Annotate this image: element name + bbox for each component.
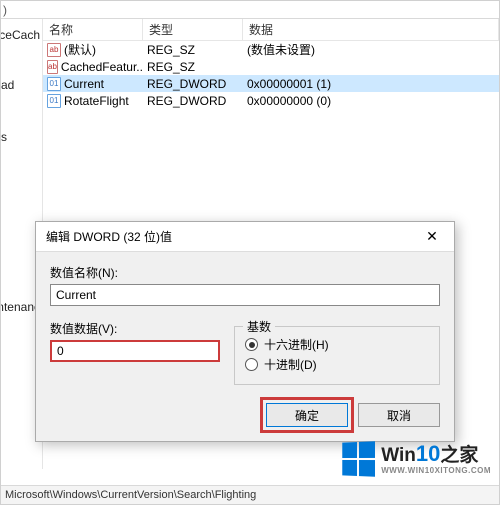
tree-item[interactable]: s bbox=[1, 127, 42, 147]
cell-data: (数值未设置) bbox=[243, 41, 499, 58]
reg-binary-icon: 01 bbox=[47, 94, 61, 108]
cell-name: CachedFeatur... bbox=[61, 60, 143, 74]
cell-data: 0x00000001 (1) bbox=[243, 77, 499, 91]
menu-remnant: ) bbox=[1, 1, 499, 19]
list-row[interactable]: ab CachedFeatur... REG_SZ bbox=[43, 58, 499, 75]
cell-type: REG_DWORD bbox=[143, 94, 243, 108]
cell-type: REG_DWORD bbox=[143, 77, 243, 91]
radio-icon bbox=[245, 358, 258, 371]
radix-dec-option[interactable]: 十进制(D) bbox=[245, 356, 429, 373]
value-data-label: 数值数据(V): bbox=[50, 320, 220, 337]
cell-name: Current bbox=[64, 77, 104, 91]
reg-string-icon: ab bbox=[47, 60, 58, 74]
cancel-button[interactable]: 取消 bbox=[358, 403, 440, 427]
value-name-input[interactable] bbox=[50, 284, 440, 306]
value-data-input[interactable] bbox=[50, 340, 220, 362]
cell-name: RotateFlight bbox=[64, 94, 129, 108]
cell-name: (默认) bbox=[64, 41, 96, 58]
dialog-titlebar[interactable]: 编辑 DWORD (32 位)值 ✕ bbox=[36, 222, 454, 252]
cell-type: REG_SZ bbox=[143, 43, 243, 57]
radix-group: 基数 十六进制(H) 十进制(D) bbox=[234, 326, 440, 385]
watermark: Win10之家 WWW.WIN10XITONG.COM bbox=[341, 442, 491, 476]
radio-label: 十六进制(H) bbox=[264, 336, 329, 353]
tree-item[interactable]: aceCach bbox=[1, 25, 42, 45]
windows-logo-icon bbox=[342, 441, 375, 476]
list-header: 名称 类型 数据 bbox=[43, 19, 499, 41]
reg-string-icon: ab bbox=[47, 43, 61, 57]
radix-hex-option[interactable]: 十六进制(H) bbox=[245, 336, 429, 353]
tree-item[interactable]: ad bbox=[1, 75, 42, 95]
watermark-brand: Win10之家 bbox=[381, 443, 491, 465]
dialog-title: 编辑 DWORD (32 位)值 bbox=[46, 228, 172, 245]
reg-binary-icon: 01 bbox=[47, 77, 61, 91]
radio-icon bbox=[245, 338, 258, 351]
list-row[interactable]: ab (默认) REG_SZ (数值未设置) bbox=[43, 41, 499, 58]
watermark-url: WWW.WIN10XITONG.COM bbox=[381, 467, 491, 475]
column-type[interactable]: 类型 bbox=[143, 19, 243, 40]
radio-label: 十进制(D) bbox=[264, 356, 317, 373]
status-path: Microsoft\Windows\CurrentVersion\Search\… bbox=[5, 489, 256, 501]
column-data[interactable]: 数据 bbox=[243, 19, 499, 40]
edit-dword-dialog: 编辑 DWORD (32 位)值 ✕ 数值名称(N): 数值数据(V): 基数 … bbox=[35, 221, 455, 442]
cell-type: REG_SZ bbox=[143, 60, 243, 74]
cell-data: 0x00000000 (0) bbox=[243, 94, 499, 108]
column-name[interactable]: 名称 bbox=[43, 19, 143, 40]
radix-legend: 基数 bbox=[243, 318, 275, 335]
status-bar: Microsoft\Windows\CurrentVersion\Search\… bbox=[1, 485, 499, 504]
ok-button[interactable]: 确定 bbox=[266, 403, 348, 427]
list-row[interactable]: 01 RotateFlight REG_DWORD 0x00000000 (0) bbox=[43, 92, 499, 109]
value-name-label: 数值名称(N): bbox=[50, 264, 440, 281]
close-icon: ✕ bbox=[426, 228, 438, 245]
close-button[interactable]: ✕ bbox=[410, 222, 454, 252]
list-row[interactable]: 01 Current REG_DWORD 0x00000001 (1) bbox=[43, 75, 499, 92]
